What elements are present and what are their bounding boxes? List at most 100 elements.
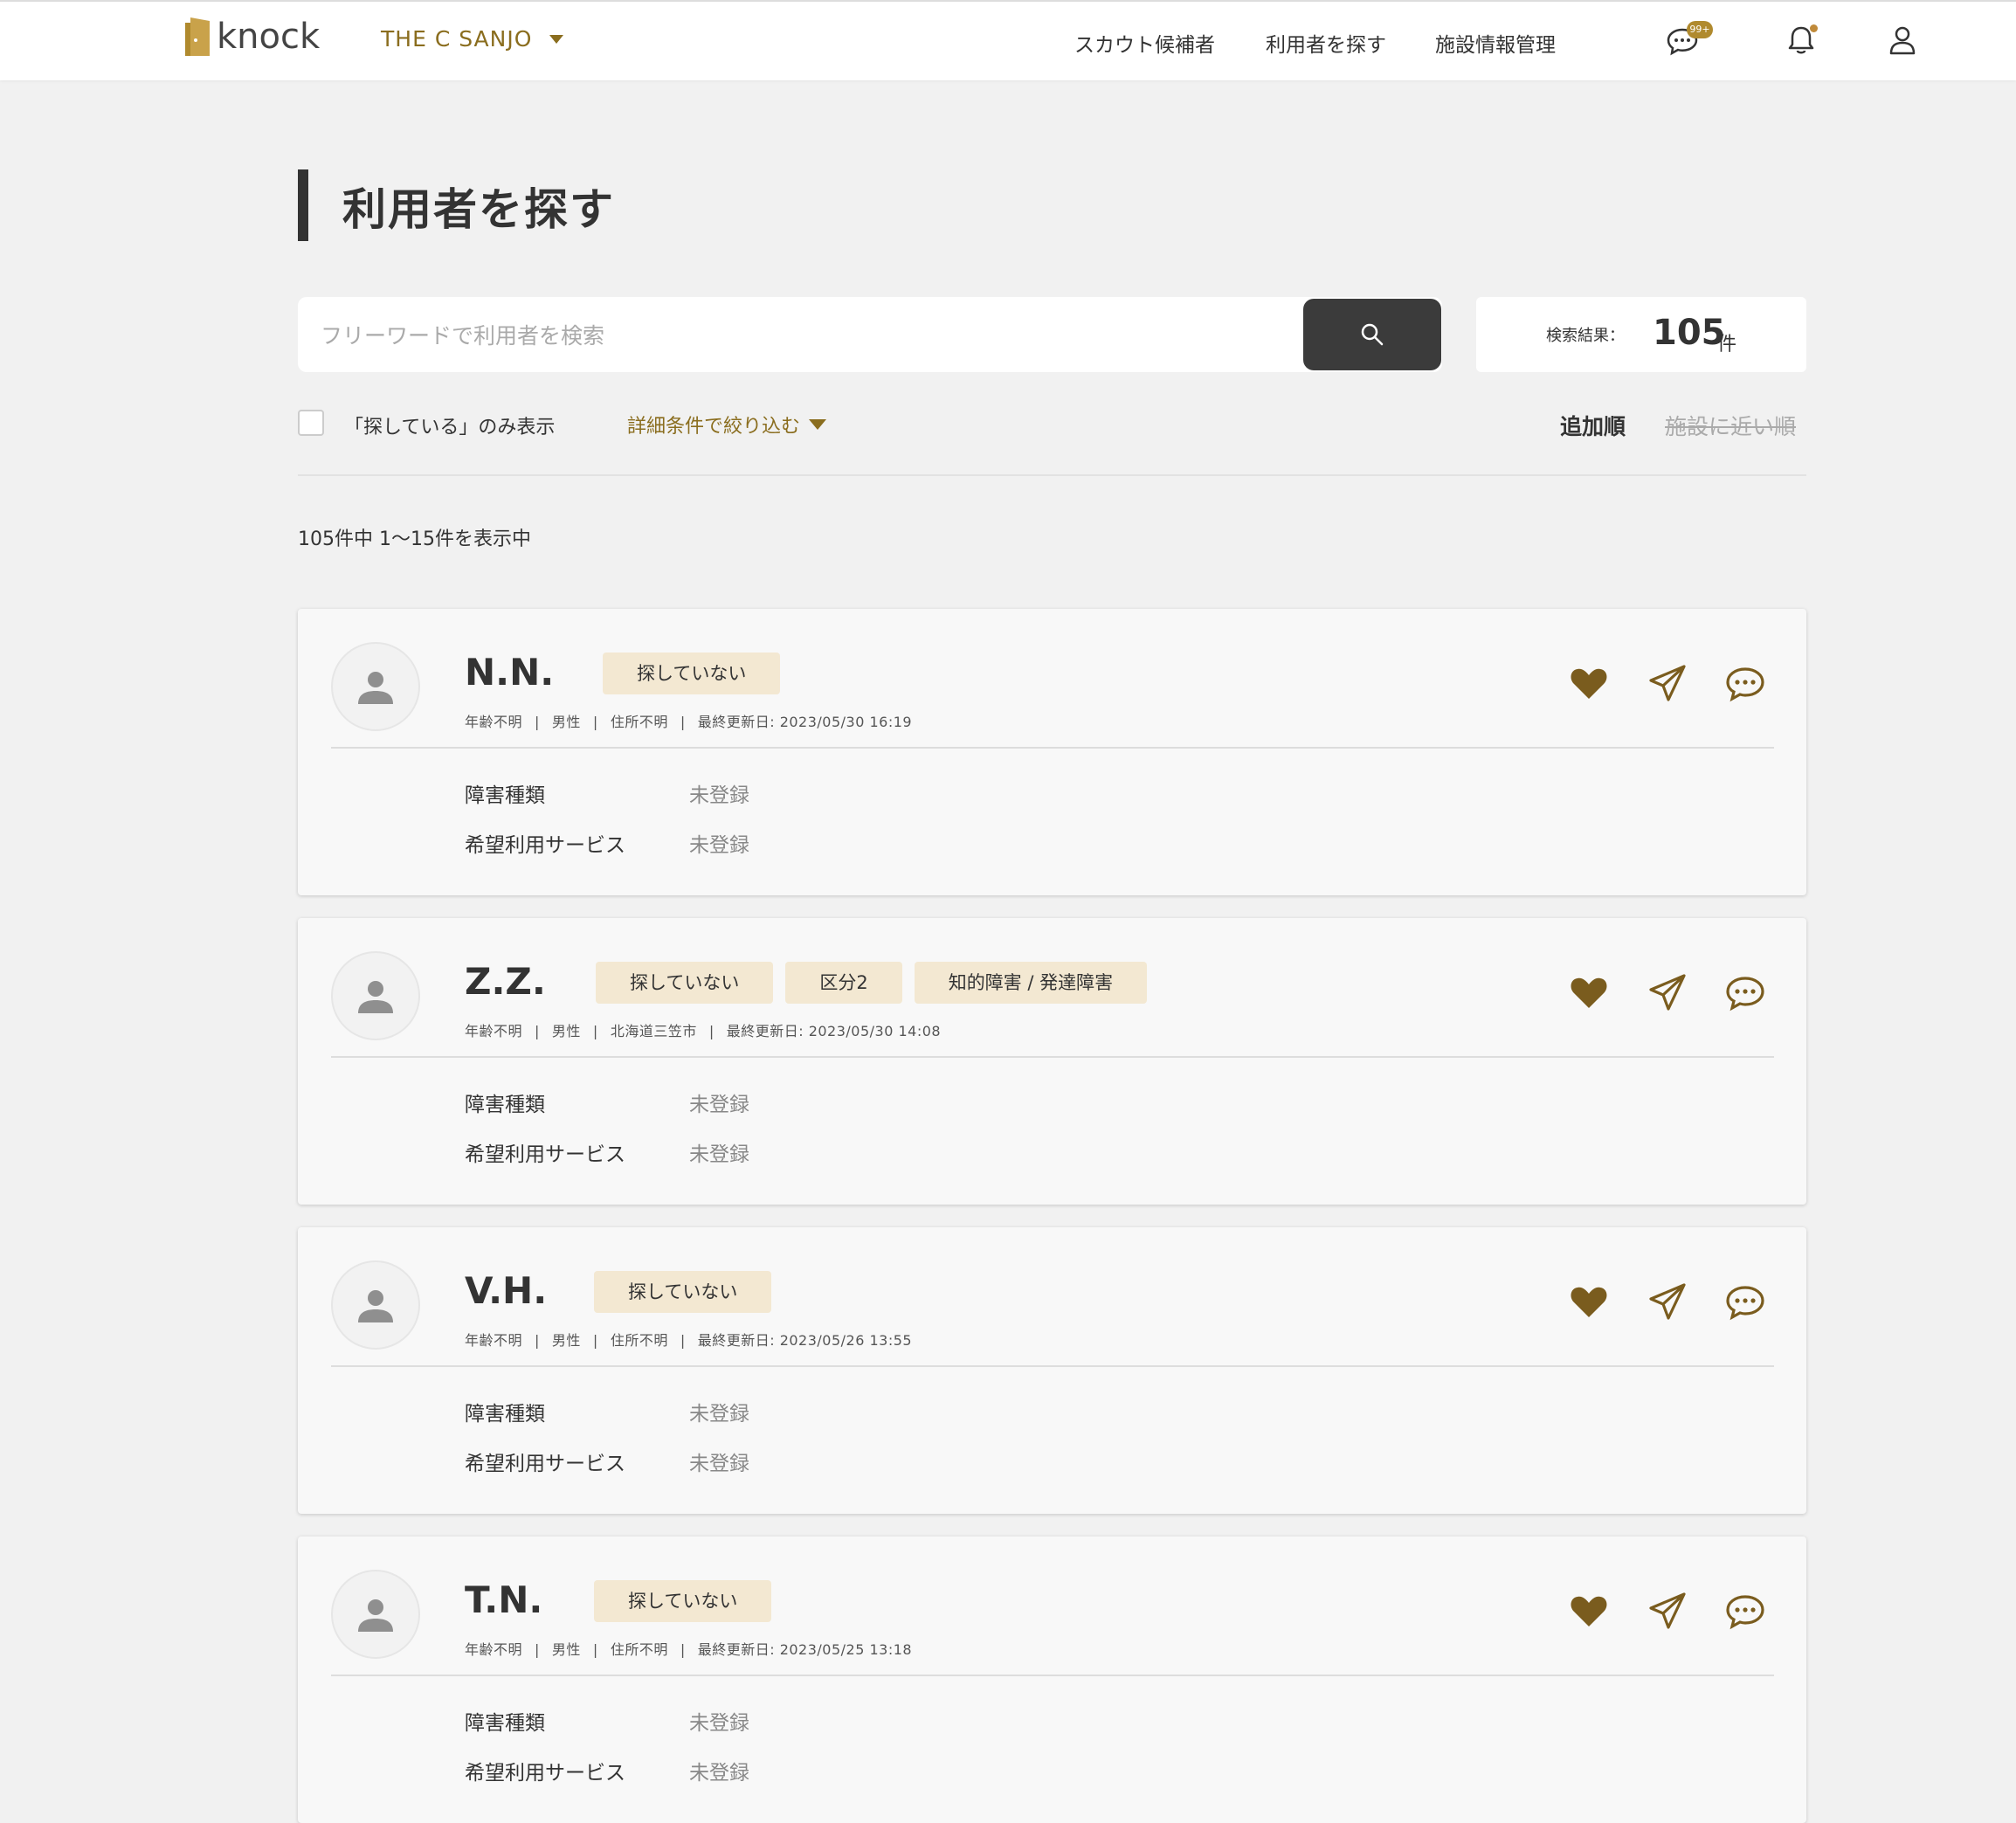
send-icon[interactable] (1646, 1589, 1689, 1633)
detail-filter-label: 詳細条件で絞り込む (627, 416, 801, 438)
person-icon (358, 1290, 393, 1322)
meta-updated: 最終更新日: 2023/05/30 14:08 (726, 1023, 942, 1039)
message-icon[interactable] (1723, 1280, 1767, 1323)
avatar (331, 951, 420, 1040)
title-accent-bar (298, 169, 308, 241)
disability-value: 未登録 (689, 1094, 749, 1116)
result-label: 検索結果： (1546, 327, 1625, 345)
user-meta: 年齢不明 | 男性 | 北海道三笠市 | 最終更新日: 2023/05/30 14:08 (465, 1023, 942, 1039)
person-icon (358, 981, 393, 1013)
meta-gender: 男性 (551, 1641, 581, 1658)
status-tag: 探していない (594, 1580, 772, 1622)
meta-updated: 最終更新日: 2023/05/25 13:18 (697, 1641, 913, 1658)
user-card[interactable]: Z.Z. 探していない 区分2 知的障害 / 発達障害 年齢不明 | 男性 | 北海道三… (298, 918, 1806, 1205)
result-count: 105 (1653, 313, 1726, 353)
heart-icon[interactable] (1567, 970, 1611, 1014)
disability-value: 未登録 (689, 1712, 749, 1735)
card-divider (331, 1365, 1774, 1367)
service-label: 希望利用サービス (465, 834, 625, 857)
page-title: 利用者を探す (342, 184, 615, 235)
search-input[interactable] (319, 297, 1283, 374)
meta-address: 住所不明 (610, 1332, 668, 1349)
service-value: 未登録 (689, 834, 749, 857)
user-account-icon[interactable] (1885, 23, 1920, 58)
tag-list: 探していない (603, 653, 781, 694)
user-card[interactable]: V.H. 探していない 年齢不明 | 男性 | 住所不明 | 最終更新日: 2023/05/… (298, 1227, 1806, 1514)
disability-label: 障害種類 (465, 1403, 545, 1426)
chevron-down-icon (549, 34, 564, 44)
heart-icon[interactable] (1567, 1589, 1611, 1633)
meta-gender: 男性 (551, 1332, 581, 1349)
heart-icon[interactable] (1567, 1280, 1611, 1323)
send-icon[interactable] (1646, 970, 1689, 1014)
card-divider (331, 1675, 1774, 1676)
status-tag: 探していない (596, 962, 774, 1004)
avatar (331, 642, 420, 731)
person-icon (358, 672, 393, 704)
nav-facility-management[interactable]: 施設情報管理 (1435, 28, 1556, 58)
meta-age: 年齢不明 (465, 1023, 523, 1039)
service-label: 希望利用サービス (465, 1453, 625, 1475)
facility-selector[interactable]: THE C SANJO (381, 26, 564, 52)
knock-logo[interactable]: knock (185, 16, 320, 58)
only-searching-checkbox[interactable] (298, 410, 324, 436)
service-label: 希望利用サービス (465, 1762, 625, 1785)
service-value: 未登録 (689, 1453, 749, 1475)
logo-text: knock (217, 17, 321, 57)
message-icon[interactable] (1723, 1589, 1767, 1633)
card-divider (331, 1056, 1774, 1058)
heart-icon[interactable] (1567, 661, 1611, 705)
user-card[interactable]: T.N. 探していない 年齢不明 | 男性 | 住所不明 | 最終更新日: 2023/05/… (298, 1536, 1806, 1823)
tag-list: 探していない (594, 1271, 772, 1313)
tag-list: 探していない (594, 1580, 772, 1622)
user-name: T.N. (465, 1578, 543, 1621)
card-divider (331, 747, 1774, 749)
person-icon (358, 1599, 393, 1632)
top-header: knock THE C SANJO スカウト候補者 利用者を探す 施設情報管理 … (0, 0, 2016, 80)
service-value: 未登録 (689, 1143, 749, 1166)
only-searching-label[interactable]: 「探している」のみ表示 (344, 411, 555, 439)
meta-updated: 最終更新日: 2023/05/30 16:19 (697, 714, 913, 730)
nav-scout-candidates[interactable]: スカウト候補者 (1074, 28, 1215, 58)
meta-updated: 最終更新日: 2023/05/26 13:55 (697, 1332, 913, 1349)
notification-dot (1810, 24, 1818, 32)
search-box (298, 297, 1442, 374)
search-result-summary: 検索結果： 105 件 (1476, 297, 1806, 372)
message-icon[interactable] (1723, 661, 1767, 705)
meta-gender: 男性 (551, 1023, 581, 1039)
nav-find-users[interactable]: 利用者を探す (1266, 28, 1386, 58)
disability-label: 障害種類 (465, 1712, 545, 1735)
message-icon[interactable] (1723, 970, 1767, 1014)
disability-label: 障害種類 (465, 1094, 545, 1116)
disability-value: 未登録 (689, 1403, 749, 1426)
meta-address: 住所不明 (610, 1641, 668, 1658)
user-meta: 年齢不明 | 男性 | 住所不明 | 最終更新日: 2023/05/26 13:55 (465, 1332, 913, 1349)
meta-age: 年齢不明 (465, 714, 523, 730)
meta-address: 住所不明 (610, 714, 668, 730)
door-icon (185, 17, 210, 56)
divider (298, 474, 1806, 476)
send-icon[interactable] (1646, 1280, 1689, 1323)
meta-age: 年齢不明 (465, 1641, 523, 1658)
user-card[interactable]: N.N. 探していない 年齢不明 | 男性 | 住所不明 | 最終更新日: 2023/05/… (298, 609, 1806, 895)
search-icon (1361, 323, 1384, 346)
user-meta: 年齢不明 | 男性 | 住所不明 | 最終更新日: 2023/05/25 13:18 (465, 1641, 913, 1658)
service-value: 未登録 (689, 1762, 749, 1785)
search-button[interactable] (1303, 299, 1441, 370)
avatar (331, 1570, 420, 1659)
facility-name: THE C SANJO (381, 26, 533, 52)
message-count-badge: 99+ (1687, 21, 1713, 38)
category-tag: 区分2 (785, 962, 902, 1004)
detail-filter-toggle[interactable]: 詳細条件で絞り込む (627, 411, 827, 438)
meta-address: 北海道三笠市 (610, 1023, 697, 1039)
meta-gender: 男性 (551, 714, 581, 730)
user-name: N.N. (465, 651, 555, 694)
tag-list: 探していない 区分2 知的障害 / 発達障害 (596, 962, 1148, 1004)
status-tag: 探していない (594, 1271, 772, 1313)
user-meta: 年齢不明 | 男性 | 住所不明 | 最終更新日: 2023/05/30 16:19 (465, 714, 913, 730)
sort-by-added[interactable]: 追加順 (1560, 410, 1626, 441)
disability-value: 未登録 (689, 784, 749, 807)
sort-by-nearby[interactable]: 施設に近い順 (1665, 410, 1796, 441)
send-icon[interactable] (1646, 661, 1689, 705)
avatar (331, 1260, 420, 1350)
